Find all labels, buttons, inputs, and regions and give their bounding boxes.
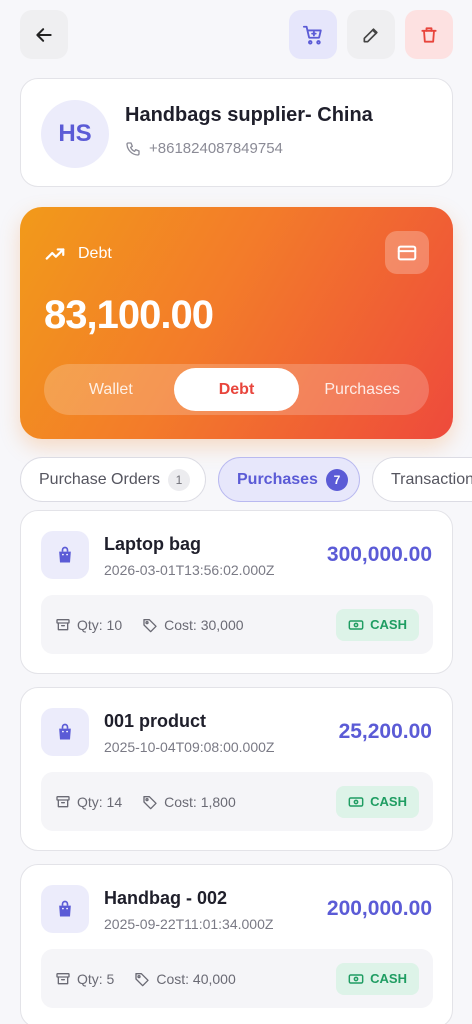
cash-icon: [348, 973, 364, 984]
purchase-date: 2025-10-04T09:08:00.000Z: [104, 739, 275, 755]
credit-card-icon: [397, 245, 417, 260]
tab-transactions[interactable]: Transactions: [372, 457, 472, 502]
cash-icon: [348, 619, 364, 630]
back-button[interactable]: [20, 10, 68, 59]
purchase-details: Qty: 10 Cost: 30,000 CASH: [41, 595, 433, 654]
quantity-meta: Qty: 5: [55, 971, 114, 987]
supplier-name: Handbags supplier- China: [125, 104, 373, 126]
price-tag-icon: [135, 972, 150, 986]
product-name: 001 product: [104, 711, 207, 731]
segment-wallet[interactable]: Wallet: [48, 368, 174, 411]
purchase-date: 2025-09-22T11:01:34.000Z: [104, 916, 274, 932]
purchase-date: 2026-03-01T13:56:02.000Z: [104, 562, 275, 578]
cart-plus-icon: [302, 25, 322, 45]
payment-method-label: CASH: [370, 971, 407, 986]
shopping-bag-icon: [41, 531, 89, 579]
product-name: Handbag - 002: [104, 888, 228, 908]
cost-meta: Cost: 1,800: [142, 794, 236, 810]
cost-text: Cost: 40,000: [156, 970, 236, 987]
list-item[interactable]: Laptop bag 2026-03-01T13:56:02.000Z 300,…: [20, 510, 453, 674]
tab-purchase-orders[interactable]: Purchase Orders 1: [20, 457, 206, 502]
balance-amount: 83,100.00: [44, 293, 214, 337]
balance-segmented-control: Wallet Debt Purchases: [44, 364, 429, 415]
balance-label-row: Debt: [44, 243, 112, 265]
tab-label: Transactions: [391, 470, 472, 488]
cost-text: Cost: 1,800: [164, 793, 236, 810]
tab-purchases[interactable]: Purchases 7: [218, 457, 360, 502]
list-item[interactable]: Handbag - 002 2025-09-22T11:01:34.000Z 2…: [20, 864, 453, 1024]
arrow-left-icon: [36, 27, 52, 42]
purchase-amount: 200,000.00: [326, 897, 432, 920]
purchase-amount: 300,000.00: [326, 543, 432, 566]
delete-button[interactable]: [405, 10, 453, 59]
price-tag-icon: [143, 618, 157, 632]
pencil-icon: [363, 27, 378, 43]
tab-count-badge: 1: [167, 468, 190, 491]
avatar: HS: [41, 100, 109, 168]
tab-label: Purchase Orders: [39, 470, 160, 488]
quantity-text: Qty: 5: [77, 970, 115, 987]
add-to-cart-button[interactable]: [289, 10, 337, 59]
cost-meta: Cost: 40,000: [134, 970, 236, 987]
segment-purchases[interactable]: Purchases: [299, 368, 425, 411]
purchase-details: Qty: 14 Cost: 1,800 CASH: [41, 772, 433, 831]
trash-icon: [421, 26, 437, 43]
phone-number: +861824087849754: [149, 140, 283, 157]
payment-method-label: CASH: [370, 794, 407, 809]
cost-meta: Cost: 30,000: [142, 616, 244, 633]
payment-method-label: CASH: [370, 617, 407, 632]
supplier-profile-card: HS Handbags supplier- China +86182408784…: [20, 78, 453, 187]
segment-debt[interactable]: Debt: [173, 368, 300, 411]
balance-card: Debt 83,100.00 Wallet Debt Purchases: [20, 207, 453, 439]
phone-row[interactable]: +861824087849754: [125, 140, 283, 157]
tab-label: Purchases: [237, 470, 318, 488]
quantity-meta: Qty: 14: [55, 794, 122, 810]
trending-up-icon: [45, 248, 65, 260]
cost-text: Cost: 30,000: [164, 616, 244, 633]
purchase-amount: 25,200.00: [338, 720, 432, 743]
price-tag-icon: [143, 795, 157, 809]
tab-bar: Purchase Orders 1 Purchases 7 Transactio…: [20, 457, 472, 503]
payment-card-button[interactable]: [385, 231, 429, 274]
phone-icon: [126, 141, 140, 156]
shopping-bag-icon: [41, 708, 89, 756]
quantity-text: Qty: 10: [77, 616, 123, 633]
quantity-text: Qty: 14: [77, 793, 123, 810]
quantity-meta: Qty: 10: [55, 617, 122, 633]
cash-icon: [348, 796, 364, 807]
tab-count-badge: 7: [325, 468, 348, 491]
edit-button[interactable]: [347, 10, 395, 59]
archive-box-icon: [56, 795, 70, 807]
payment-method-badge: CASH: [336, 785, 419, 818]
product-name: Laptop bag: [104, 534, 201, 554]
archive-box-icon: [56, 972, 70, 984]
list-item[interactable]: 001 product 2025-10-04T09:08:00.000Z 25,…: [20, 687, 453, 851]
payment-method-badge: CASH: [336, 962, 419, 995]
archive-box-icon: [56, 618, 70, 630]
top-bar: [20, 10, 453, 59]
purchase-details: Qty: 5 Cost: 40,000 CASH: [41, 949, 433, 1008]
shopping-bag-icon: [41, 885, 89, 933]
payment-method-badge: CASH: [336, 608, 419, 641]
balance-label: Debt: [78, 245, 112, 262]
